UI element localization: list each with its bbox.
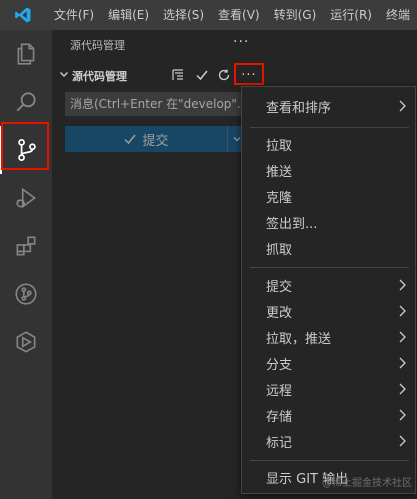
scm-more-actions-icon[interactable]: ··· (238, 67, 260, 83)
sidebar-header: 源代码管理 ··· (52, 30, 417, 60)
menu-item-label: 提交 (266, 279, 293, 295)
menu-item-label: 克隆 (266, 190, 293, 206)
view-as-tree-icon[interactable] (170, 67, 186, 83)
menu-item-label: 标记 (266, 435, 293, 451)
menu-item-branch[interactable]: 分支 (242, 351, 417, 375)
source-control-icon (18, 139, 36, 161)
source-control-button[interactable] (0, 126, 52, 174)
run-debug-icon (16, 187, 37, 209)
chevron-right-icon (399, 383, 406, 395)
menu-separator (250, 267, 409, 268)
sidebar-more-icon[interactable]: ··· (233, 34, 249, 50)
extensions-icon (16, 236, 36, 256)
search-icon (16, 92, 36, 112)
menu-item-fetch[interactable]: 抓取 (242, 236, 417, 260)
files-icon (17, 43, 35, 65)
menu-item-view-sort[interactable]: 查看和排序 (242, 94, 417, 118)
extensions-button[interactable] (0, 222, 52, 270)
remote-icon (16, 331, 36, 353)
chevron-right-icon (399, 331, 406, 343)
sidebar-title: 源代码管理 (70, 39, 125, 52)
explorer-button[interactable] (0, 30, 52, 78)
menu-item-label: 查看和排序 (266, 100, 332, 116)
menu-item-clone[interactable]: 克隆 (242, 184, 417, 208)
menu-item-label: 签出到... (266, 216, 318, 232)
menu-item-push[interactable]: 推送 (242, 158, 417, 182)
refresh-icon[interactable] (216, 67, 232, 83)
chevron-right-icon (399, 100, 406, 112)
title-bar: 文件(F) 编辑(E) 选择(S) 查看(V) 转到(G) 运行(R) 终端 (0, 0, 417, 30)
watermark: @稀土掘金技术社区 (322, 478, 412, 489)
git-graph-button[interactable] (0, 270, 52, 318)
chevron-right-icon (399, 357, 406, 369)
chevron-down-icon (233, 137, 240, 142)
search-button[interactable] (0, 78, 52, 126)
menu-item-pull-push[interactable]: 拉取，推送 (242, 325, 417, 349)
menu-item-label: 更改 (266, 305, 293, 321)
chevron-down-icon (60, 72, 68, 77)
menu-edit[interactable]: 编辑(E) (101, 0, 156, 30)
menu-item-label: 推送 (266, 164, 293, 180)
chevron-right-icon (399, 435, 406, 447)
scm-context-menu: 查看和排序 拉取 推送 克隆 签出到... 抓取 提交 更改 拉取，推送 分支 … (241, 86, 416, 494)
commit-message-input[interactable] (65, 92, 245, 116)
menu-item-label: 拉取 (266, 138, 293, 154)
menu-item-pull[interactable]: 拉取 (242, 132, 417, 156)
chevron-right-icon (399, 409, 406, 421)
menu-go[interactable]: 转到(G) (267, 0, 324, 30)
run-debug-button[interactable] (0, 174, 52, 222)
menu-selection[interactable]: 选择(S) (156, 0, 211, 30)
git-graph-icon (15, 283, 37, 305)
check-icon (124, 134, 137, 145)
scm-section-header[interactable]: 源代码管理 ··· (52, 64, 417, 86)
commit-check-icon[interactable] (194, 67, 210, 83)
menu-item-label: 抓取 (266, 242, 293, 258)
menu-item-label: 分支 (266, 357, 293, 373)
menu-separator (250, 460, 409, 461)
menu-item-remote[interactable]: 远程 (242, 377, 417, 401)
commit-button-group: 提交 (65, 126, 245, 152)
menu-view[interactable]: 查看(V) (211, 0, 267, 30)
chevron-right-icon (399, 305, 406, 317)
menu-terminal[interactable]: 终端 (379, 0, 417, 30)
menu-item-stash[interactable]: 存储 (242, 403, 417, 427)
activity-bar (0, 30, 52, 499)
menu-item-label: 存储 (266, 409, 293, 425)
menu-item-tags[interactable]: 标记 (242, 429, 417, 453)
scm-section-title: 源代码管理 (72, 70, 127, 83)
menu-run[interactable]: 运行(R) (323, 0, 379, 30)
menu-bar: 文件(F) 编辑(E) 选择(S) 查看(V) 转到(G) 运行(R) 终端 (47, 0, 417, 30)
menu-item-commit[interactable]: 提交 (242, 273, 417, 297)
menu-item-label: 远程 (266, 383, 293, 399)
commit-button-label: 提交 (142, 133, 169, 149)
menu-item-changes[interactable]: 更改 (242, 299, 417, 323)
remote-button[interactable] (0, 318, 52, 366)
commit-button[interactable]: 提交 (65, 126, 227, 152)
menu-separator (250, 127, 409, 128)
menu-file[interactable]: 文件(F) (47, 0, 101, 30)
vscode-logo-icon (0, 0, 47, 30)
menu-item-label: 拉取，推送 (266, 331, 332, 347)
chevron-right-icon (399, 279, 406, 291)
menu-item-checkout[interactable]: 签出到... (242, 210, 417, 234)
